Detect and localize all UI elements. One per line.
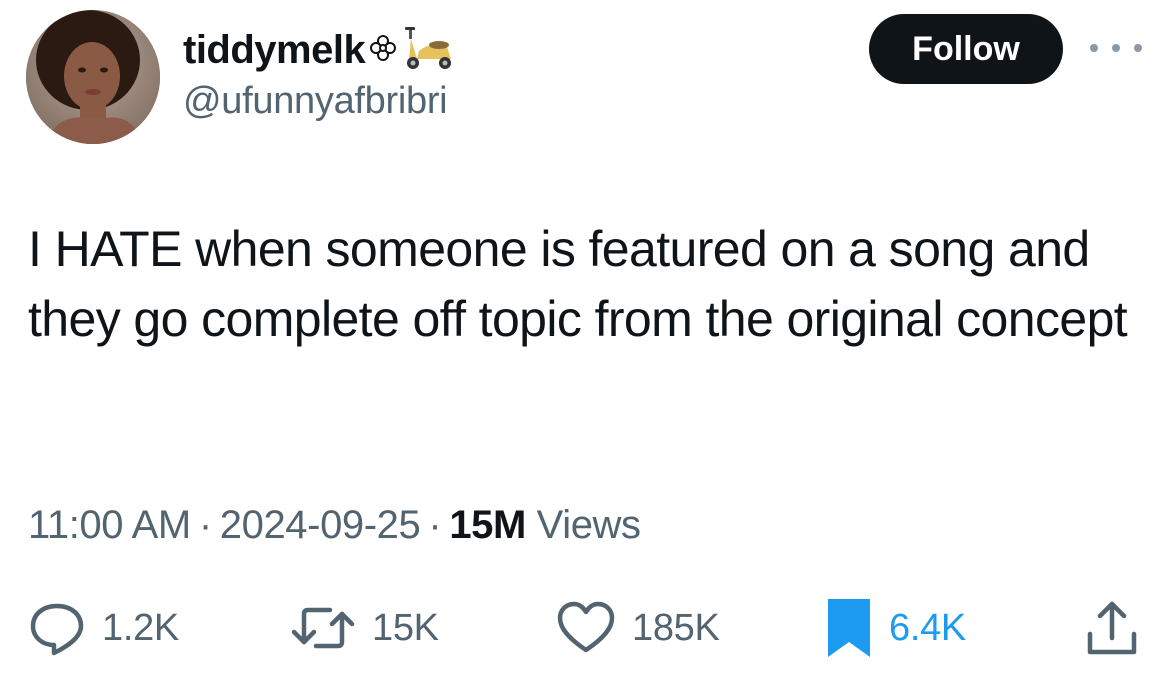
views-label: Views — [536, 503, 641, 547]
avatar[interactable] — [26, 10, 160, 144]
dot — [1112, 44, 1120, 52]
dot — [1134, 44, 1142, 52]
follow-button[interactable]: Follow — [869, 14, 1063, 84]
dot — [1090, 44, 1098, 52]
bookmark-button[interactable]: 6.4K — [825, 596, 966, 660]
tweet-meta: 11:00 AM · 2024-09-25 · 15M Views — [28, 503, 641, 548]
reply-button[interactable]: 1.2K — [28, 596, 179, 660]
reply-icon — [28, 600, 86, 656]
repost-count: 15K — [372, 606, 439, 649]
tweet-card: tiddymelk @ufunnyafbribri Follow I HATE … — [0, 0, 1170, 698]
tweet-date[interactable]: 2024-09-25 — [220, 503, 421, 547]
bookmark-icon — [825, 596, 873, 660]
display-name[interactable]: tiddymelk — [183, 28, 366, 73]
meta-separator: · — [428, 503, 442, 547]
bookmark-count: 6.4K — [889, 606, 966, 649]
share-button[interactable] — [1084, 596, 1140, 660]
more-options-icon[interactable] — [1090, 34, 1142, 62]
scooter-icon — [401, 25, 455, 76]
like-button[interactable]: 185K — [556, 596, 720, 660]
like-count: 185K — [632, 606, 720, 649]
views-count: 15M — [449, 503, 526, 547]
share-icon — [1084, 598, 1140, 658]
repost-icon — [290, 602, 356, 654]
display-name-row: tiddymelk — [183, 22, 455, 78]
reply-count: 1.2K — [102, 606, 179, 649]
repost-button[interactable]: 15K — [290, 596, 439, 660]
meta-separator: · — [198, 503, 212, 547]
heart-icon — [556, 600, 616, 656]
flower-icon — [369, 34, 397, 67]
tweet-text: I HATE when someone is featured on a son… — [28, 221, 1128, 347]
author-info: tiddymelk @ufunnyafbribri — [183, 22, 455, 123]
user-handle[interactable]: @ufunnyafbribri — [183, 80, 455, 123]
tweet-time[interactable]: 11:00 AM — [28, 503, 191, 547]
